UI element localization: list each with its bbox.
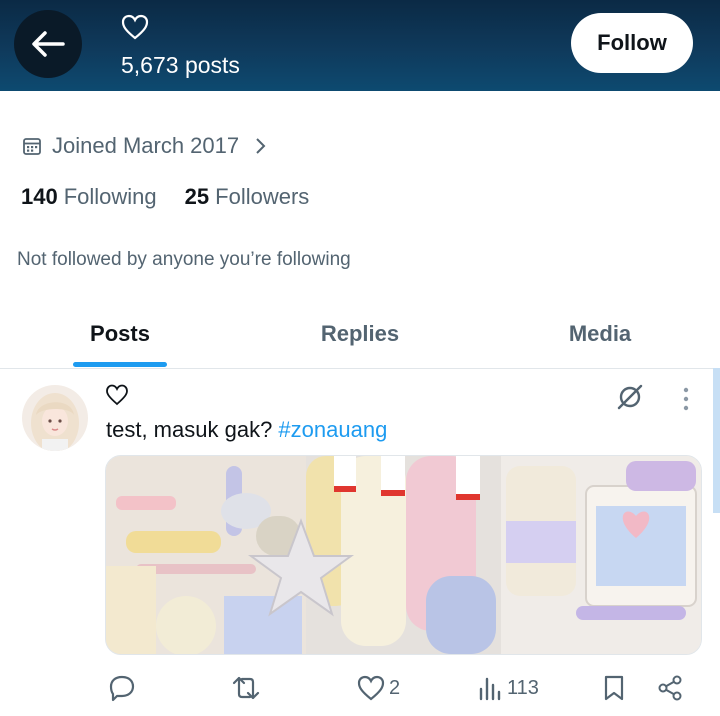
active-tab-indicator	[73, 362, 167, 367]
following-count: 140	[21, 184, 58, 209]
views-button[interactable]: 113	[477, 668, 539, 708]
followers-count: 25	[184, 184, 210, 209]
avatar[interactable]	[22, 385, 88, 451]
post-text: test, masuk gak? #zonauang	[106, 417, 387, 443]
reply-button[interactable]	[108, 668, 136, 708]
view-count: 113	[507, 676, 539, 699]
more-icon[interactable]	[676, 386, 696, 412]
back-button[interactable]	[14, 10, 82, 78]
grok-icon[interactable]	[616, 383, 644, 411]
followers-link[interactable]: 25 Followers	[185, 184, 310, 210]
back-arrow-icon	[32, 31, 65, 57]
tab-posts[interactable]: Posts	[0, 300, 240, 368]
bookmark-button[interactable]	[602, 668, 626, 708]
reply-icon	[109, 675, 135, 702]
profile-tabs: Posts Replies Media	[0, 300, 720, 369]
joined-date[interactable]: Joined March 2017	[22, 133, 267, 159]
like-count: 2	[389, 676, 401, 699]
follow-stats: 140 Following 25 Followers	[21, 184, 337, 210]
post-count: 5,673 posts	[121, 52, 240, 78]
share-icon	[658, 675, 682, 701]
tab-media[interactable]: Media	[480, 300, 720, 368]
like-icon	[357, 675, 385, 701]
post-action-bar: 2 113	[0, 668, 720, 708]
calendar-icon	[23, 138, 41, 155]
views-icon	[479, 677, 501, 701]
share-button[interactable]	[656, 668, 684, 708]
hashtag-link[interactable]: #zonauang	[278, 417, 387, 442]
heart-icon	[121, 14, 149, 40]
following-link[interactable]: 140 Following	[21, 184, 157, 210]
joined-label: Joined March 2017	[52, 133, 240, 158]
following-label: Following	[63, 184, 157, 209]
profile-header-bar: 5,673 posts Follow	[0, 0, 720, 91]
repost-icon	[232, 676, 260, 700]
followers-label: Followers	[215, 184, 310, 209]
like-button[interactable]: 2	[357, 668, 400, 708]
tab-replies[interactable]: Replies	[240, 300, 480, 368]
repost-button[interactable]	[230, 668, 262, 708]
follow-button[interactable]: Follow	[571, 13, 693, 73]
post-media-image[interactable]	[105, 455, 702, 655]
chevron-right-icon	[256, 138, 266, 154]
bookmark-icon	[604, 675, 624, 701]
post-body: test, masuk gak?	[106, 417, 279, 442]
not-followed-notice: Not followed by anyone you’re following	[17, 249, 351, 270]
heart-icon	[106, 384, 128, 406]
scrollbar[interactable]	[713, 368, 720, 513]
